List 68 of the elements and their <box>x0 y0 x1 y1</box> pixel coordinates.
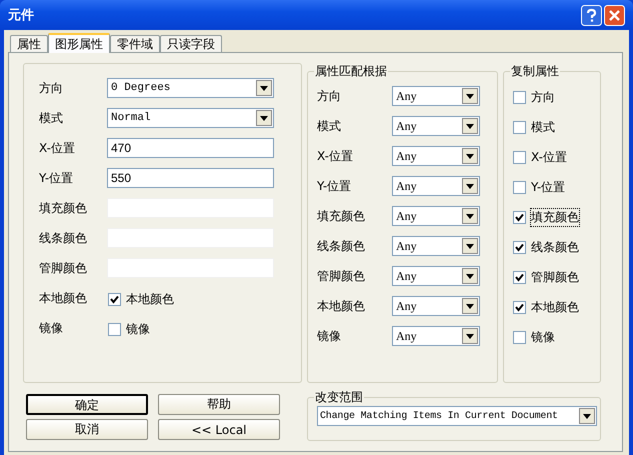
input-field[interactable]: 470 <box>107 138 274 158</box>
checkbox-label: 方向 <box>531 89 555 106</box>
window-title: 元件 <box>8 7 34 24</box>
dialog-button[interactable]: 确定 <box>26 394 148 415</box>
dropdown[interactable]: Normal <box>107 108 274 128</box>
dropdown[interactable]: Any <box>392 116 480 136</box>
checkbox-label: 模式 <box>531 119 555 136</box>
field-label: 镜像 <box>317 328 342 345</box>
field-label: 填充颜色 <box>39 200 88 217</box>
field-label: 方向 <box>39 80 64 97</box>
help-icon[interactable] <box>581 4 602 26</box>
checkbox[interactable] <box>513 181 526 194</box>
dropdown[interactable]: Change Matching Items In Current Document <box>317 406 597 426</box>
field-label: Y-位置 <box>39 170 74 187</box>
field-label: 管脚颜色 <box>39 260 88 277</box>
dropdown[interactable]: Any <box>392 86 480 106</box>
checkbox[interactable] <box>513 91 526 104</box>
input-field[interactable]: 550 <box>107 168 274 188</box>
group-title: 属性匹配根据 <box>314 63 388 80</box>
field-label: 本地颜色 <box>317 298 366 315</box>
checkbox-label: 镜像 <box>126 321 150 338</box>
tab[interactable]: 零件域 <box>110 35 160 52</box>
dropdown[interactable]: Any <box>392 326 480 346</box>
field-label: 模式 <box>39 110 64 127</box>
dropdown[interactable]: Any <box>392 236 480 256</box>
checkbox[interactable] <box>513 271 526 284</box>
dropdown[interactable]: Any <box>392 296 480 316</box>
checkbox[interactable] <box>108 323 121 336</box>
dropdown[interactable]: 0 Degrees <box>107 78 274 98</box>
close-icon[interactable] <box>604 4 625 26</box>
field-label: 模式 <box>317 118 342 135</box>
checkbox[interactable] <box>513 241 526 254</box>
checkbox-label: 线条颜色 <box>531 239 579 256</box>
field-label: X-位置 <box>317 148 354 165</box>
group-title: 复制属性 <box>510 63 560 80</box>
dialog-button[interactable]: 取消 <box>26 419 148 440</box>
checkbox[interactable] <box>513 121 526 134</box>
dialog-button[interactable]: 帮助 <box>158 394 280 415</box>
dialog-button[interactable]: << Local <box>158 419 280 440</box>
dropdown[interactable]: Any <box>392 146 480 166</box>
field-label: 管脚颜色 <box>317 268 366 285</box>
field-label: 本地颜色 <box>39 290 88 307</box>
group-title: 改变范围 <box>314 389 364 406</box>
checkbox-label: 本地颜色 <box>126 291 174 308</box>
field-label: 填充颜色 <box>317 208 366 225</box>
tab[interactable]: 属性 <box>10 35 48 52</box>
checkbox[interactable] <box>513 301 526 314</box>
dropdown[interactable]: Any <box>392 176 480 196</box>
checkbox-label: X-位置 <box>531 149 567 166</box>
dropdown[interactable]: Any <box>392 266 480 286</box>
checkbox-label: Y-位置 <box>531 179 566 196</box>
checkbox-label: 镜像 <box>531 329 555 346</box>
field-label: X-位置 <box>39 140 76 157</box>
field-label: 线条颜色 <box>39 230 88 247</box>
checkbox[interactable] <box>108 293 121 306</box>
dropdown[interactable]: Any <box>392 206 480 226</box>
checkbox-label: 本地颜色 <box>531 299 579 316</box>
checkbox[interactable] <box>513 151 526 164</box>
field-label: Y-位置 <box>317 178 352 195</box>
checkbox-label: 填充颜色 <box>531 209 579 226</box>
field-label: 方向 <box>317 88 342 105</box>
tab[interactable]: 只读字段 <box>160 35 222 52</box>
field-label: 线条颜色 <box>317 238 366 255</box>
checkbox-label: 管脚颜色 <box>531 269 579 286</box>
checkbox[interactable] <box>513 331 526 344</box>
checkbox[interactable] <box>513 211 526 224</box>
field-label: 镜像 <box>39 320 64 337</box>
tab[interactable]: 图形属性 <box>48 33 110 53</box>
